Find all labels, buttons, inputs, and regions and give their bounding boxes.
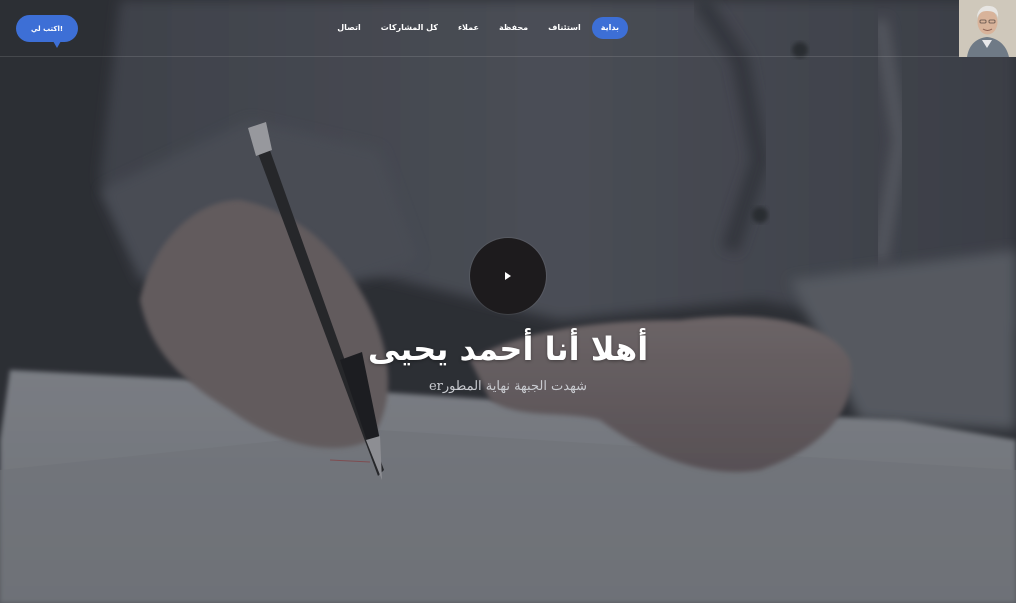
hero-title: أهلا أنا أحمد يحيى: [367, 330, 649, 368]
nav-item-clients[interactable]: عملاء: [449, 17, 488, 39]
write-to-me-button[interactable]: اكتب لي!: [16, 15, 78, 48]
nav-item-all-posts[interactable]: كل المشاركات: [372, 17, 447, 39]
speech-bubble-tail: [53, 41, 61, 48]
nav-item-portfolio[interactable]: محفظة: [490, 17, 537, 39]
nav-item-resume[interactable]: استئناف: [539, 17, 590, 39]
avatar[interactable]: [959, 0, 1016, 57]
video-play-button[interactable]: [470, 238, 546, 314]
top-navbar: بداية استئناف محفظة عملاء كل المشاركات ا…: [0, 0, 1016, 57]
play-icon: [505, 272, 511, 280]
nav-item-home[interactable]: بداية: [591, 17, 628, 39]
nav-item-contact[interactable]: اتصال: [328, 17, 370, 39]
hero-subtitle: شهدت الجبهة نهاية المطورer: [428, 379, 588, 394]
main-menu: بداية استئناف محفظة عملاء كل المشاركات ا…: [328, 17, 628, 39]
write-to-me-label: اكتب لي!: [30, 24, 64, 33]
portrait-photo-icon: [959, 0, 1016, 57]
